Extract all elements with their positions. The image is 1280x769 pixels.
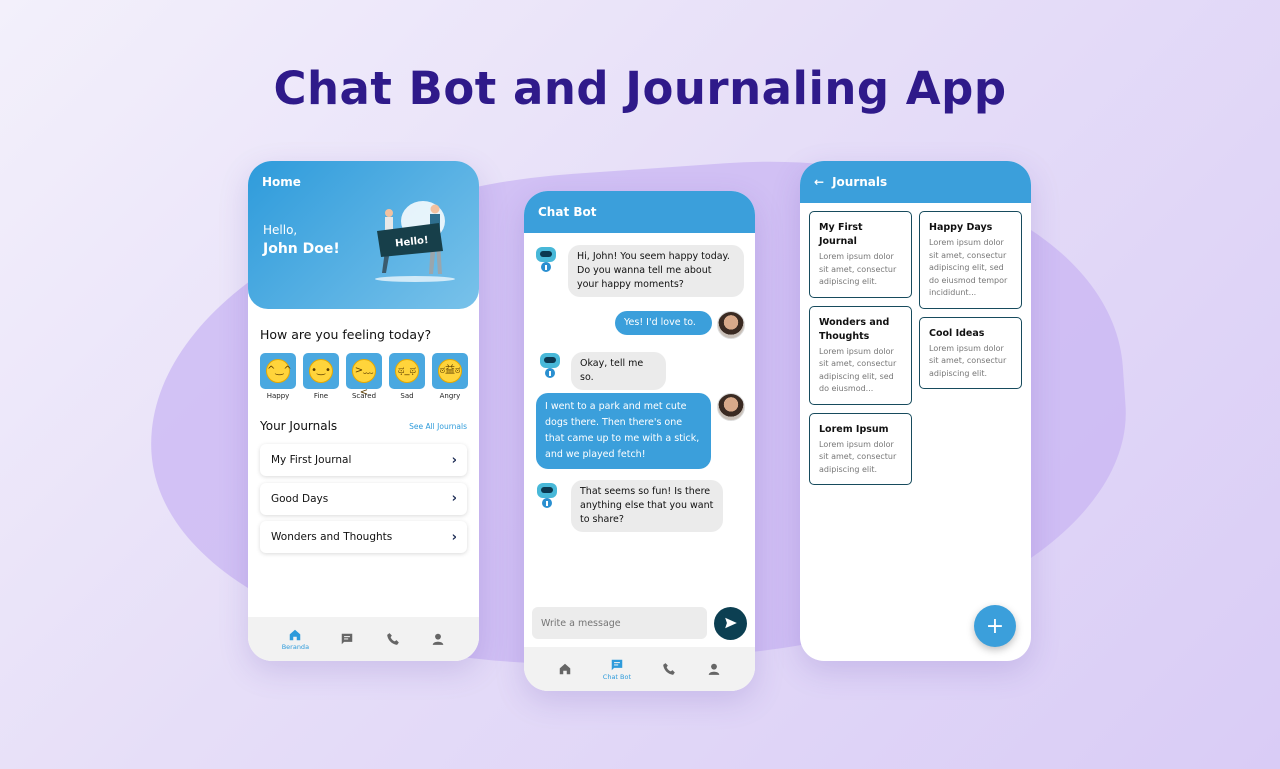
journal-card-preview: Lorem ipsum dolor sit amet, consectur ad… xyxy=(929,343,1007,378)
phone-icon xyxy=(663,663,676,675)
journal-list-item[interactable]: Wonders and Thoughts › xyxy=(260,521,467,553)
username: John Doe! xyxy=(263,241,340,257)
journal-card[interactable]: Wonders and Thoughts Lorem ipsum dolor s… xyxy=(809,305,912,405)
screen-title: Chat Bot xyxy=(538,205,597,219)
journal-list: My First Journal › Good Days › Wonders a… xyxy=(260,444,467,560)
home-header: Home Hello, John Doe! Hello! xyxy=(248,161,479,309)
chat-header: Chat Bot xyxy=(524,191,755,233)
chat-icon xyxy=(342,633,353,645)
message-input[interactable] xyxy=(532,607,707,639)
journal-title: Good Days xyxy=(271,492,329,505)
nav-profile[interactable] xyxy=(707,662,721,676)
journal-card[interactable]: Happy Days Lorem ipsum dolor sit amet, c… xyxy=(919,211,1022,309)
user-message: I went to a park and met cute dogs there… xyxy=(536,393,711,469)
phone-icon xyxy=(387,633,399,645)
bot-message: Hi, John! You seem happy today. Do you w… xyxy=(568,245,744,297)
mood-selector: ^‿^ Happy •‿• Fine >﹏< Scared ಥ_ಥ Sad ಠ益… xyxy=(260,353,468,400)
journal-column-right: Happy Days Lorem ipsum dolor sit amet, c… xyxy=(919,211,1022,485)
angry-face-icon: ಠ益ಠ xyxy=(438,359,462,383)
journal-card-preview: Lorem ipsum dolor sit amet, consectur ad… xyxy=(819,252,897,286)
journal-card-title: Lorem Ipsum xyxy=(819,423,889,435)
mood-label: Sad xyxy=(400,392,414,400)
screen-title: Journals xyxy=(832,175,888,189)
message-composer xyxy=(532,606,747,640)
add-journal-button[interactable]: + xyxy=(974,605,1016,647)
robot-avatar-icon xyxy=(540,353,560,378)
nav-chat[interactable] xyxy=(340,632,354,646)
mood-label: Fine xyxy=(313,392,329,400)
home-icon xyxy=(290,629,301,640)
home-icon xyxy=(559,663,570,675)
journals-header: ← Journals xyxy=(800,161,1031,203)
journal-title: My First Journal xyxy=(271,454,352,466)
chat-icon xyxy=(611,659,623,670)
mood-label: Scared xyxy=(351,392,377,400)
bot-message: That seems so fun! Is there anything els… xyxy=(571,480,723,532)
send-button[interactable] xyxy=(714,606,747,640)
user-avatar xyxy=(717,393,745,421)
user-avatar xyxy=(717,311,745,339)
scared-face-icon: >﹏< xyxy=(352,359,376,398)
journal-grid: My First Journal Lorem ipsum dolor sit a… xyxy=(809,211,1022,485)
nav-chat-label: Chat Bot xyxy=(602,672,632,681)
robot-avatar-icon xyxy=(536,247,556,272)
robot-avatar-icon xyxy=(537,483,557,508)
nav-phone[interactable] xyxy=(386,632,400,646)
home-screen: Home Hello, John Doe! Hello! How are you… xyxy=(248,161,479,661)
nav-chat[interactable]: Chat Bot xyxy=(603,658,631,681)
journal-column-left: My First Journal Lorem ipsum dolor sit a… xyxy=(809,211,912,485)
back-arrow-icon[interactable]: ← xyxy=(814,175,824,189)
chevron-right-icon: › xyxy=(451,452,457,468)
journal-card[interactable]: Cool Ideas Lorem ipsum dolor sit amet, c… xyxy=(919,316,1022,389)
journal-card-preview: Lorem ipsum dolor sit amet, consectur ad… xyxy=(819,439,897,474)
mood-label: Angry xyxy=(439,392,461,400)
nav-home-label: Beranda xyxy=(281,642,310,651)
chat-screen: Chat Bot Hi, John! You seem happy today.… xyxy=(524,191,755,691)
journal-card[interactable]: My First Journal Lorem ipsum dolor sit a… xyxy=(809,211,912,298)
journal-card-title: Cool Ideas xyxy=(929,327,985,339)
happy-face-icon: ^‿^ xyxy=(266,359,292,383)
nav-home[interactable] xyxy=(558,662,572,676)
journal-title: Wonders and Thoughts xyxy=(271,531,393,543)
screen-title: Home xyxy=(262,175,301,189)
feeling-question: How are you feeling today? xyxy=(260,327,432,342)
journals-screen: ← Journals My First Journal Lorem ipsum … xyxy=(800,161,1031,661)
nav-phone[interactable] xyxy=(662,662,676,676)
mood-sad[interactable]: ಥ_ಥ Sad xyxy=(389,353,425,400)
chevron-right-icon: › xyxy=(451,491,457,506)
mood-scared[interactable]: >﹏< Scared xyxy=(346,353,382,400)
smile-face-icon: •‿• xyxy=(309,359,333,383)
page-title: Chat Bot and Journaling App xyxy=(273,62,1007,115)
journal-card-preview: Lorem ipsum dolor sit amet, consectur ad… xyxy=(819,346,897,394)
mood-label: Happy xyxy=(266,392,290,400)
mood-angry[interactable]: ಠ益ಠ Angry xyxy=(432,353,468,400)
send-icon xyxy=(724,617,737,629)
mood-fine[interactable]: •‿• Fine xyxy=(303,353,339,400)
journal-card-title: My First Journal xyxy=(819,222,863,247)
hello-illustration: Hello! xyxy=(375,201,455,282)
journal-card-title: Wonders and Thoughts xyxy=(819,316,890,342)
chevron-right-icon: › xyxy=(451,529,457,545)
journals-title: Your Journals xyxy=(260,419,338,433)
mood-happy[interactable]: ^‿^ Happy xyxy=(260,353,296,400)
greeting: Hello, xyxy=(263,223,298,237)
sad-face-icon: ಥ_ಥ xyxy=(395,359,419,383)
bottom-nav: Chat Bot xyxy=(524,647,755,691)
journal-card[interactable]: Lorem Ipsum Lorem ipsum dolor sit amet, … xyxy=(809,412,912,485)
journal-list-item[interactable]: Good Days › xyxy=(260,482,467,515)
journal-list-item[interactable]: My First Journal › xyxy=(260,444,467,476)
nav-profile[interactable] xyxy=(431,632,445,646)
journal-card-preview: Lorem ipsum dolor sit amet, consectur ad… xyxy=(929,238,1008,297)
profile-icon xyxy=(709,663,720,675)
user-message: Yes! I'd love to. xyxy=(615,311,712,335)
nav-home[interactable]: Beranda xyxy=(282,628,309,651)
journals-header: Your Journals See All Journals xyxy=(260,419,467,433)
bottom-nav: Beranda xyxy=(248,617,479,661)
see-all-journals-link[interactable]: See All Journals xyxy=(409,422,467,431)
journal-card-title: Happy Days xyxy=(929,222,993,233)
profile-icon xyxy=(433,633,444,645)
bot-message: Okay, tell me so. xyxy=(571,352,666,390)
